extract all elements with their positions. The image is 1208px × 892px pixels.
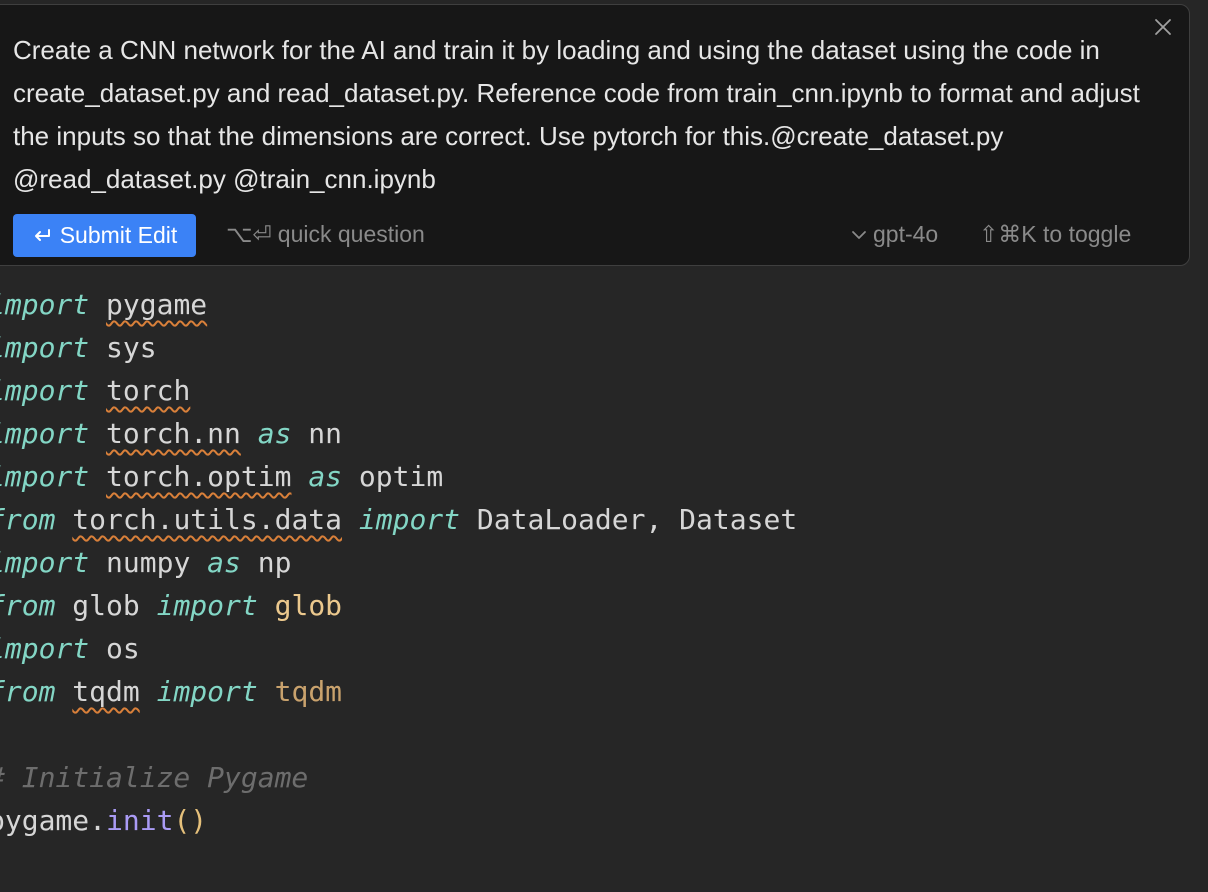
prompt-text[interactable]: Create a CNN network for the AI and trai…: [13, 29, 1148, 201]
code-line[interactable]: import sys: [0, 326, 157, 369]
return-icon: [34, 228, 50, 241]
code-line[interactable]: import pygame: [0, 283, 207, 326]
prompt-panel: Create a CNN network for the AI and trai…: [0, 4, 1190, 266]
code-line[interactable]: # Initialize Pygame: [0, 756, 308, 799]
quick-question-button[interactable]: ⌥⏎ quick question: [226, 221, 425, 248]
close-button[interactable]: [1149, 13, 1177, 41]
close-icon: [1155, 19, 1171, 35]
submit-edit-button[interactable]: Submit Edit: [13, 214, 196, 257]
submit-edit-label: Submit Edit: [59, 222, 178, 248]
code-line[interactable]: from glob import glob: [0, 584, 342, 627]
code-line[interactable]: import os: [0, 627, 140, 670]
code-line[interactable]: import torch.nn as nn: [0, 412, 342, 455]
option-return-icon: ⌥⏎: [226, 221, 272, 247]
code-line[interactable]: import torch.optim as optim: [0, 455, 443, 498]
code-line[interactable]: import numpy as np: [0, 541, 291, 584]
toggle-hint: ⇧⌘K to toggle: [979, 221, 1132, 247]
code-line[interactable]: import torch: [0, 369, 190, 412]
code-line[interactable]: from torch.utils.data import DataLoader,…: [0, 498, 797, 541]
chevron-down-icon: [852, 230, 866, 239]
code-line[interactable]: pygame.init(): [0, 799, 207, 842]
code-line[interactable]: from tqdm import tqdm: [0, 670, 342, 713]
code-editor[interactable]: import pygame import sys import torch im…: [0, 283, 1208, 892]
model-name: gpt-4o: [873, 221, 939, 247]
quick-question-label: quick question: [277, 221, 425, 247]
model-select[interactable]: gpt-4o: [851, 221, 938, 248]
